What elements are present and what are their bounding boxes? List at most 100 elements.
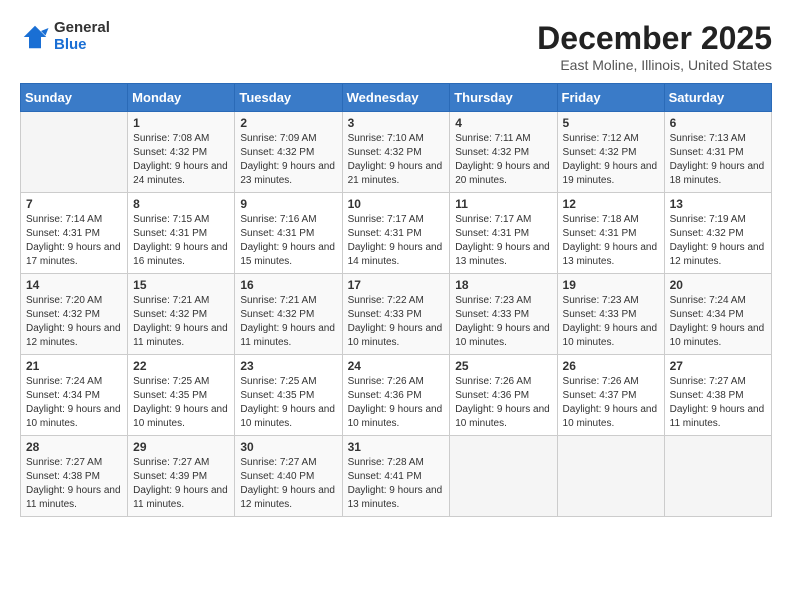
sunset-text: Sunset: 4:32 PM — [670, 228, 744, 239]
sunrise-text: Sunrise: 7:09 AM — [240, 133, 316, 144]
sunset-text: Sunset: 4:33 PM — [455, 309, 529, 320]
sunrise-text: Sunrise: 7:23 AM — [455, 295, 531, 306]
cell-info: Sunrise: 7:21 AM Sunset: 4:32 PM Dayligh… — [133, 294, 229, 350]
sunset-text: Sunset: 4:32 PM — [133, 147, 207, 158]
cell-info: Sunrise: 7:21 AM Sunset: 4:32 PM Dayligh… — [240, 294, 336, 350]
day-number: 6 — [670, 116, 766, 130]
daylight-text: Daylight: 9 hours and 13 minutes. — [348, 485, 443, 510]
weekday-header: Monday — [128, 84, 235, 112]
weekday-header: Tuesday — [235, 84, 342, 112]
daylight-text: Daylight: 9 hours and 10 minutes. — [348, 404, 443, 429]
daylight-text: Daylight: 9 hours and 14 minutes. — [348, 242, 443, 267]
daylight-text: Daylight: 9 hours and 19 minutes. — [563, 161, 658, 186]
sunrise-text: Sunrise: 7:24 AM — [670, 295, 746, 306]
cell-info: Sunrise: 7:13 AM Sunset: 4:31 PM Dayligh… — [670, 132, 766, 188]
cell-info: Sunrise: 7:09 AM Sunset: 4:32 PM Dayligh… — [240, 132, 336, 188]
day-number: 28 — [26, 440, 122, 454]
cell-info: Sunrise: 7:26 AM Sunset: 4:36 PM Dayligh… — [348, 375, 445, 431]
daylight-text: Daylight: 9 hours and 10 minutes. — [455, 323, 550, 348]
day-number: 3 — [348, 116, 445, 130]
cell-info: Sunrise: 7:15 AM Sunset: 4:31 PM Dayligh… — [133, 213, 229, 269]
day-number: 15 — [133, 278, 229, 292]
sunset-text: Sunset: 4:31 PM — [670, 147, 744, 158]
cell-info: Sunrise: 7:12 AM Sunset: 4:32 PM Dayligh… — [563, 132, 659, 188]
sunrise-text: Sunrise: 7:27 AM — [26, 457, 102, 468]
sunrise-text: Sunrise: 7:19 AM — [670, 214, 746, 225]
day-number: 19 — [563, 278, 659, 292]
sunset-text: Sunset: 4:31 PM — [133, 228, 207, 239]
calendar-week-row: 1 Sunrise: 7:08 AM Sunset: 4:32 PM Dayli… — [21, 112, 772, 193]
calendar-cell — [664, 436, 771, 517]
daylight-text: Daylight: 9 hours and 10 minutes. — [455, 404, 550, 429]
sunrise-text: Sunrise: 7:25 AM — [240, 376, 316, 387]
day-number: 25 — [455, 359, 551, 373]
cell-info: Sunrise: 7:26 AM Sunset: 4:36 PM Dayligh… — [455, 375, 551, 431]
calendar-cell: 29 Sunrise: 7:27 AM Sunset: 4:39 PM Dayl… — [128, 436, 235, 517]
daylight-text: Daylight: 9 hours and 12 minutes. — [26, 323, 121, 348]
cell-info: Sunrise: 7:28 AM Sunset: 4:41 PM Dayligh… — [348, 456, 445, 512]
sunrise-text: Sunrise: 7:21 AM — [133, 295, 209, 306]
sunrise-text: Sunrise: 7:18 AM — [563, 214, 639, 225]
title-section: December 2025 East Moline, Illinois, Uni… — [537, 20, 772, 73]
sunset-text: Sunset: 4:32 PM — [240, 309, 314, 320]
sunset-text: Sunset: 4:32 PM — [455, 147, 529, 158]
cell-info: Sunrise: 7:18 AM Sunset: 4:31 PM Dayligh… — [563, 213, 659, 269]
sunset-text: Sunset: 4:31 PM — [240, 228, 314, 239]
day-number: 31 — [348, 440, 445, 454]
day-number: 4 — [455, 116, 551, 130]
sunset-text: Sunset: 4:38 PM — [26, 471, 100, 482]
daylight-text: Daylight: 9 hours and 11 minutes. — [670, 404, 765, 429]
daylight-text: Daylight: 9 hours and 13 minutes. — [455, 242, 550, 267]
daylight-text: Daylight: 9 hours and 16 minutes. — [133, 242, 228, 267]
sunset-text: Sunset: 4:37 PM — [563, 390, 637, 401]
sunrise-text: Sunrise: 7:12 AM — [563, 133, 639, 144]
day-number: 26 — [563, 359, 659, 373]
calendar-cell: 25 Sunrise: 7:26 AM Sunset: 4:36 PM Dayl… — [450, 355, 557, 436]
calendar-cell: 9 Sunrise: 7:16 AM Sunset: 4:31 PM Dayli… — [235, 193, 342, 274]
daylight-text: Daylight: 9 hours and 10 minutes. — [563, 323, 658, 348]
daylight-text: Daylight: 9 hours and 20 minutes. — [455, 161, 550, 186]
day-number: 18 — [455, 278, 551, 292]
sunrise-text: Sunrise: 7:15 AM — [133, 214, 209, 225]
daylight-text: Daylight: 9 hours and 24 minutes. — [133, 161, 228, 186]
daylight-text: Daylight: 9 hours and 10 minutes. — [133, 404, 228, 429]
day-number: 9 — [240, 197, 336, 211]
cell-info: Sunrise: 7:27 AM Sunset: 4:38 PM Dayligh… — [670, 375, 766, 431]
weekday-header: Thursday — [450, 84, 557, 112]
sunrise-text: Sunrise: 7:21 AM — [240, 295, 316, 306]
sunrise-text: Sunrise: 7:27 AM — [240, 457, 316, 468]
cell-info: Sunrise: 7:16 AM Sunset: 4:31 PM Dayligh… — [240, 213, 336, 269]
daylight-text: Daylight: 9 hours and 10 minutes. — [240, 404, 335, 429]
calendar-cell: 18 Sunrise: 7:23 AM Sunset: 4:33 PM Dayl… — [450, 274, 557, 355]
sunset-text: Sunset: 4:31 PM — [563, 228, 637, 239]
daylight-text: Daylight: 9 hours and 18 minutes. — [670, 161, 765, 186]
calendar-week-row: 7 Sunrise: 7:14 AM Sunset: 4:31 PM Dayli… — [21, 193, 772, 274]
sunrise-text: Sunrise: 7:11 AM — [455, 133, 530, 144]
calendar-week-row: 28 Sunrise: 7:27 AM Sunset: 4:38 PM Dayl… — [21, 436, 772, 517]
calendar-cell: 14 Sunrise: 7:20 AM Sunset: 4:32 PM Dayl… — [21, 274, 128, 355]
sunrise-text: Sunrise: 7:25 AM — [133, 376, 209, 387]
day-number: 5 — [563, 116, 659, 130]
calendar-cell: 7 Sunrise: 7:14 AM Sunset: 4:31 PM Dayli… — [21, 193, 128, 274]
day-number: 20 — [670, 278, 766, 292]
daylight-text: Daylight: 9 hours and 17 minutes. — [26, 242, 121, 267]
sunset-text: Sunset: 4:33 PM — [563, 309, 637, 320]
calendar-week-row: 21 Sunrise: 7:24 AM Sunset: 4:34 PM Dayl… — [21, 355, 772, 436]
calendar-header-row: SundayMondayTuesdayWednesdayThursdayFrid… — [21, 84, 772, 112]
cell-info: Sunrise: 7:23 AM Sunset: 4:33 PM Dayligh… — [563, 294, 659, 350]
sunset-text: Sunset: 4:31 PM — [348, 228, 422, 239]
calendar-cell: 17 Sunrise: 7:22 AM Sunset: 4:33 PM Dayl… — [342, 274, 450, 355]
calendar-cell: 6 Sunrise: 7:13 AM Sunset: 4:31 PM Dayli… — [664, 112, 771, 193]
daylight-text: Daylight: 9 hours and 11 minutes. — [26, 485, 121, 510]
sunrise-text: Sunrise: 7:27 AM — [133, 457, 209, 468]
sunrise-text: Sunrise: 7:26 AM — [348, 376, 424, 387]
sunrise-text: Sunrise: 7:26 AM — [455, 376, 531, 387]
calendar-cell: 21 Sunrise: 7:24 AM Sunset: 4:34 PM Dayl… — [21, 355, 128, 436]
daylight-text: Daylight: 9 hours and 10 minutes. — [563, 404, 658, 429]
daylight-text: Daylight: 9 hours and 11 minutes. — [133, 323, 228, 348]
daylight-text: Daylight: 9 hours and 10 minutes. — [670, 323, 765, 348]
calendar-cell: 5 Sunrise: 7:12 AM Sunset: 4:32 PM Dayli… — [557, 112, 664, 193]
sunrise-text: Sunrise: 7:27 AM — [670, 376, 746, 387]
calendar-cell: 4 Sunrise: 7:11 AM Sunset: 4:32 PM Dayli… — [450, 112, 557, 193]
sunset-text: Sunset: 4:40 PM — [240, 471, 314, 482]
